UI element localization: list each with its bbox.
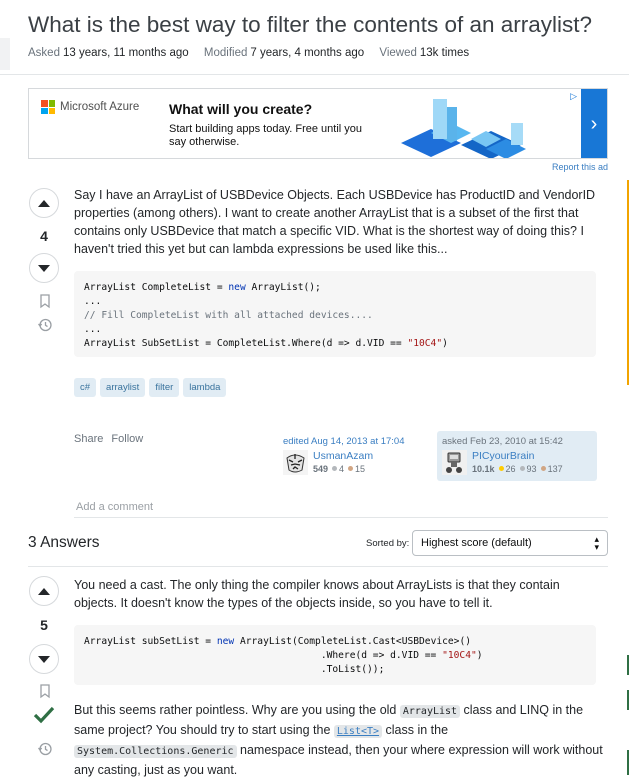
answer-score: 5	[40, 617, 48, 633]
list-t-link[interactable]: List<T>	[333, 725, 383, 738]
ad-headline: What will you create?	[169, 101, 313, 117]
post-menu: Share Follow	[74, 433, 148, 445]
microsoft-azure-logo: Microsoft Azure	[41, 100, 139, 114]
report-ad-link[interactable]: Report this ad	[552, 162, 608, 172]
answers-heading: 3 Answers	[28, 534, 100, 551]
sorted-by-label: Sorted by:	[366, 538, 410, 549]
comment-divider	[74, 517, 608, 518]
question-upvote-button[interactable]	[29, 188, 59, 218]
ad-next-button[interactable]: ›	[581, 89, 607, 158]
arrow-up-icon	[38, 587, 50, 595]
answer-paragraph-1: You need a cast. The only thing the comp…	[74, 578, 560, 610]
bookmark-icon[interactable]	[37, 683, 53, 699]
answers-divider	[28, 566, 608, 567]
question-code-block: ArrayList CompleteList = new ArrayList()…	[74, 271, 596, 357]
question-tags: c# arraylist filter lambda	[74, 378, 227, 397]
bookmark-icon[interactable]	[37, 293, 53, 309]
tag-arraylist[interactable]: arraylist	[100, 378, 146, 397]
history-icon[interactable]	[37, 317, 53, 333]
chevron-updown-icon: ▴ ▾	[594, 534, 599, 552]
ad-brand: Microsoft Azure	[60, 101, 140, 113]
history-icon[interactable]	[37, 741, 53, 757]
sort-select[interactable]: Highest score (default) ▴ ▾	[412, 530, 608, 556]
answer-upvote-button[interactable]	[29, 576, 59, 606]
add-comment-link[interactable]: Add a comment	[76, 501, 153, 513]
answer-paragraph-2: But this seems rather pointless. Why are…	[74, 703, 603, 777]
question-meta: Asked 13 years, 11 months ago Modified 7 y…	[28, 47, 481, 59]
owner-reputation: 10.1k 26 93 137	[472, 464, 563, 474]
edited-timestamp[interactable]: edited Aug 14, 2013 at 17:04	[283, 436, 433, 447]
ad-text: Start building apps today. Free until yo…	[169, 123, 363, 148]
microsoft-logo-icon	[41, 100, 55, 114]
adchoices-icon[interactable]: ▷	[570, 91, 577, 102]
owner-card: asked Feb 23, 2010 at 15:42 PICyourBrain…	[437, 431, 597, 481]
question-score: 4	[40, 228, 48, 244]
asked-timestamp: asked Feb 23, 2010 at 15:42	[442, 436, 563, 447]
asked-label: Asked	[28, 47, 60, 59]
tag-csharp[interactable]: c#	[74, 378, 97, 397]
question-body: Say I have an ArrayList of USBDevice Obj…	[74, 188, 596, 256]
arrow-down-icon	[38, 264, 50, 272]
question-downvote-button[interactable]	[29, 253, 59, 283]
header-divider	[0, 74, 629, 75]
ad-cubes-illustration	[401, 99, 526, 158]
accepted-checkmark-icon	[33, 706, 55, 724]
tag-filter[interactable]: filter	[149, 378, 180, 397]
editor-name[interactable]: UsmanAzam	[313, 450, 373, 462]
follow-link[interactable]: Follow	[111, 433, 143, 445]
inline-code-namespace: System.Collections.Generic	[74, 745, 237, 758]
editor-card: edited Aug 14, 2013 at 17:04 UsmanAzam 5…	[283, 436, 433, 475]
answer-code-block: ArrayList subSetList = new ArrayList(Com…	[74, 625, 596, 685]
left-nav-edge	[0, 38, 10, 70]
advertisement-banner[interactable]: Microsoft Azure What will you create? St…	[28, 88, 608, 159]
arrow-down-icon	[38, 655, 50, 663]
owner-avatar[interactable]	[442, 450, 467, 475]
viewed-label: Viewed	[379, 47, 417, 59]
asked-value: 13 years, 11 months ago	[62, 47, 189, 59]
modified-value[interactable]: 7 years, 4 months ago	[250, 47, 364, 59]
answer-downvote-button[interactable]	[29, 644, 59, 674]
editor-reputation: 549 4 15	[313, 464, 366, 474]
arrow-up-icon	[38, 199, 50, 207]
tag-lambda[interactable]: lambda	[183, 378, 227, 397]
sort-select-value: Highest score (default)	[421, 537, 532, 549]
share-link[interactable]: Share	[74, 433, 103, 445]
inline-code-arraylist: ArrayList	[399, 705, 461, 718]
viewed-value: 13k times	[419, 47, 470, 59]
owner-name[interactable]: PICyourBrain	[472, 450, 563, 462]
chevron-right-icon: ›	[590, 113, 598, 135]
editor-avatar[interactable]	[283, 450, 308, 475]
question-title[interactable]: What is the best way to filter the conte…	[28, 10, 618, 40]
modified-label: Modified	[203, 47, 248, 59]
